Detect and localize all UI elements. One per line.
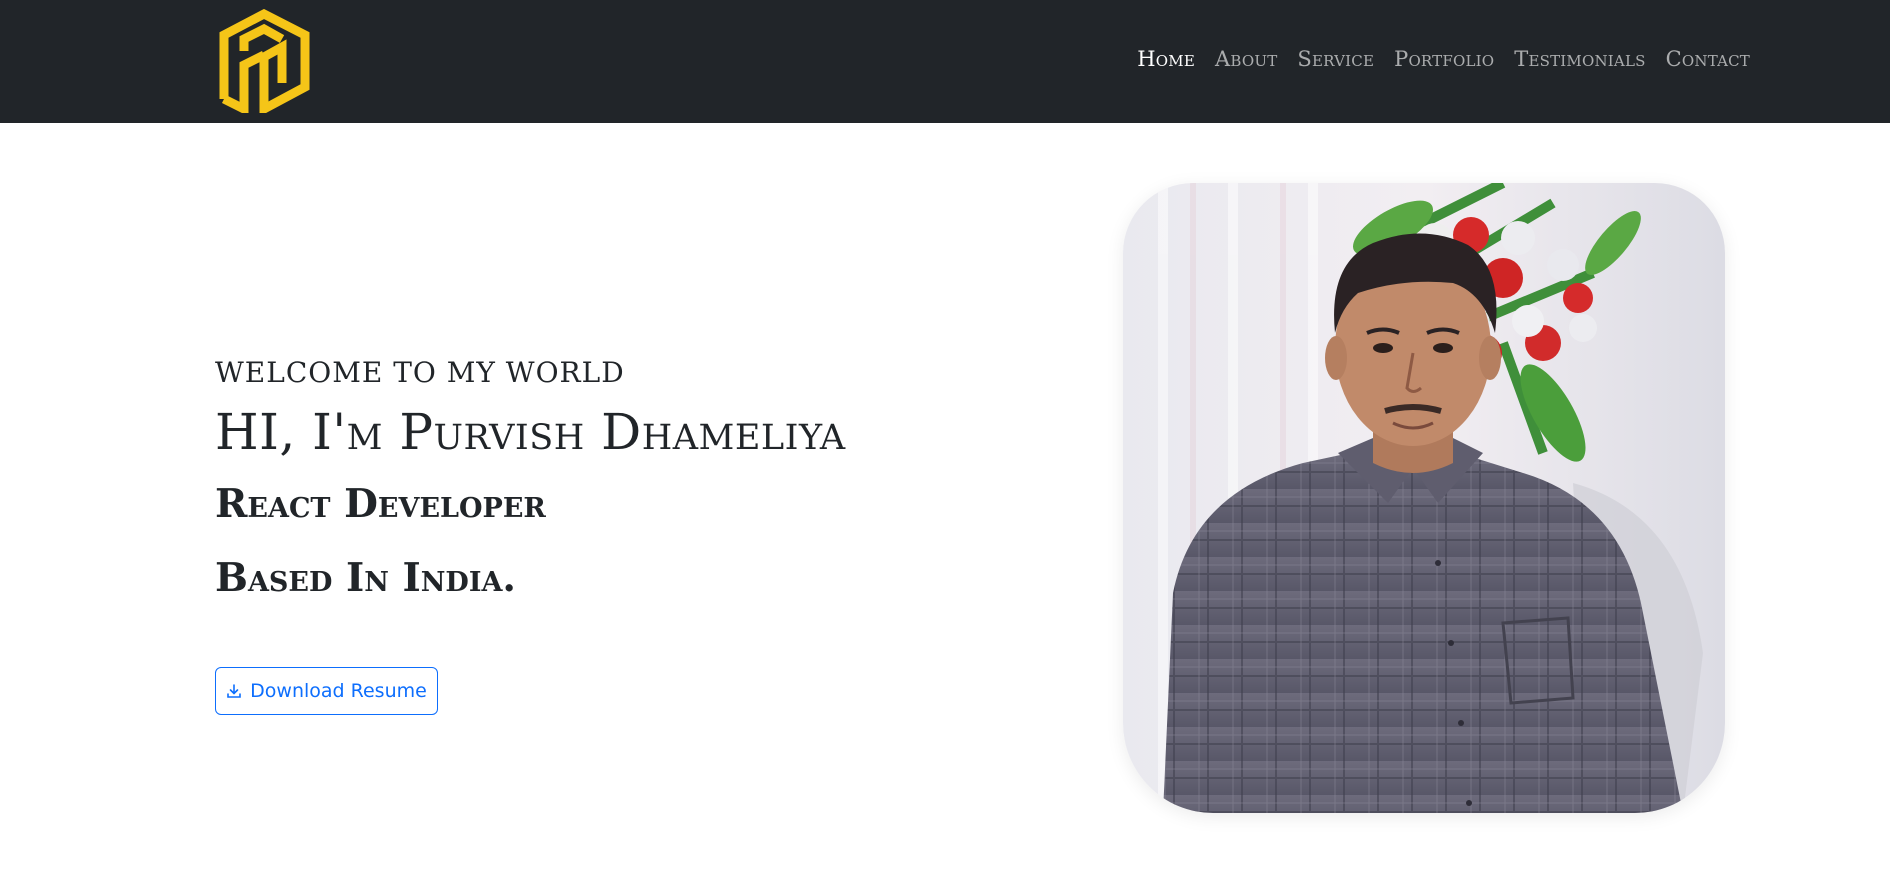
navbar: Home About Service Portfolio Testimonial… (0, 0, 1890, 123)
download-resume-label: Download Resume (250, 680, 427, 702)
download-resume-button[interactable]: Download Resume (215, 667, 438, 715)
nav-service[interactable]: Service (1297, 47, 1374, 71)
role-heading: React Developer (215, 481, 546, 527)
welcome-heading: Welcome to my world (215, 356, 625, 389)
main-nav: Home About Service Portfolio Testimonial… (1137, 47, 1750, 71)
pd-logo-icon[interactable] (218, 9, 311, 113)
download-icon (227, 684, 241, 698)
hero-intro: Welcome to my world HI, I'm Purvish Dham… (215, 356, 846, 601)
profile-photo (1123, 183, 1725, 813)
nav-portfolio[interactable]: Portfolio (1394, 47, 1494, 71)
nav-contact[interactable]: Contact (1666, 47, 1750, 71)
hero-name-heading: HI, I'm Purvish Dhameliya (215, 403, 846, 461)
nav-about[interactable]: About (1215, 47, 1277, 71)
nav-testimonials[interactable]: Testimonials (1514, 47, 1645, 71)
nav-home[interactable]: Home (1137, 47, 1195, 71)
location-heading: Based In India. (215, 555, 516, 601)
portrait-photo (1123, 183, 1725, 813)
